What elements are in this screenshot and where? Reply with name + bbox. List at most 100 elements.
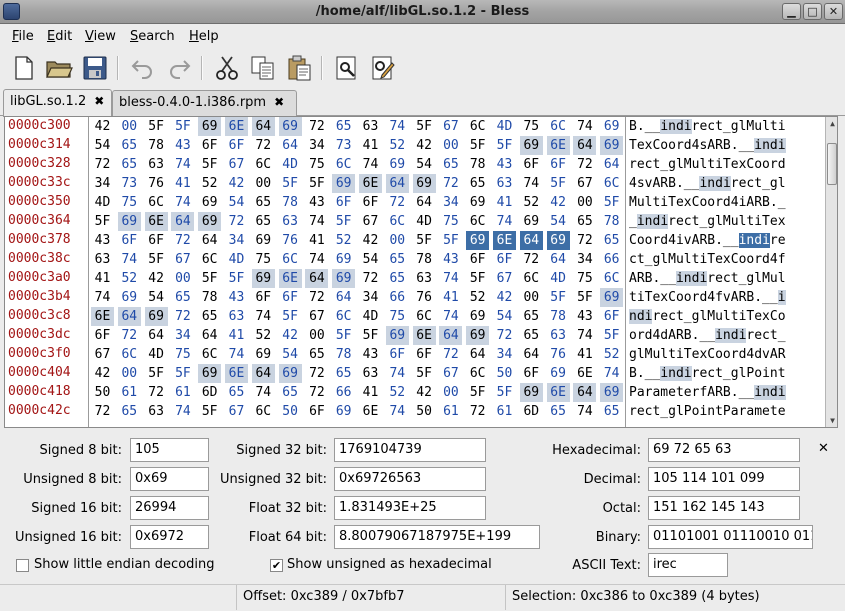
new-file-icon[interactable]	[9, 53, 39, 83]
unsigned8-field[interactable]: 0x69	[130, 467, 209, 491]
hex-byte[interactable]: 69	[252, 345, 275, 364]
hex-byte[interactable]: 5F	[413, 364, 436, 383]
hex-byte[interactable]: 75	[252, 250, 275, 269]
hex-byte[interactable]: 61	[439, 402, 462, 421]
hex-byte[interactable]: 4D	[547, 269, 570, 288]
hex-byte[interactable]: 69	[278, 117, 302, 136]
hex-byte[interactable]: 4D	[359, 307, 382, 326]
hex-byte[interactable]: 43	[359, 345, 382, 364]
hex-byte[interactable]: 34	[171, 326, 194, 345]
hex-byte[interactable]: 6E	[91, 307, 114, 326]
hex-byte[interactable]: 6C	[252, 155, 275, 174]
hex-byte[interactable]: 6E	[225, 364, 248, 383]
hex-byte[interactable]: 50	[493, 364, 516, 383]
hex-byte[interactable]: 64	[600, 155, 623, 174]
hex-byte[interactable]: 64	[573, 136, 597, 155]
hex-byte[interactable]: 72	[171, 231, 194, 250]
hex-byte[interactable]: 52	[386, 383, 409, 402]
hex-byte[interactable]: 69	[198, 212, 222, 231]
hex-byte[interactable]: 43	[493, 155, 516, 174]
hex-row[interactable]: 0000c350 4D 75 6C 74 69 54 65 78 43 6F 6F 72 64 34 69 41…	[5, 193, 825, 212]
hex-byte[interactable]: 5F	[547, 288, 570, 307]
hex-byte[interactable]: 41	[305, 231, 328, 250]
hex-byte[interactable]: 5F	[198, 269, 221, 288]
hex-byte[interactable]: 61	[171, 383, 194, 402]
hex-byte[interactable]: 5F	[547, 174, 570, 193]
hex-row[interactable]: 0000c33c 34 73 76 41 52 42 00 5F 5F 69 6E 64 69 72 65 63…	[5, 174, 825, 193]
maximize-button[interactable]: □	[803, 3, 822, 20]
ascii-column[interactable]: _indirect_glMultiTex	[629, 212, 813, 231]
hex-byte[interactable]: 6F	[198, 136, 221, 155]
hex-byte[interactable]: 6C	[252, 402, 275, 421]
hex-byte[interactable]: 69	[466, 231, 490, 250]
hex-byte[interactable]: 6F	[91, 326, 114, 345]
binary-field[interactable]: 01101001 01110010 011	[648, 525, 813, 549]
ascii-column[interactable]: ARB.__indirect_glMul	[629, 269, 813, 288]
hex-byte[interactable]: 75	[439, 212, 462, 231]
hex-byte[interactable]: 74	[386, 364, 409, 383]
hex-row[interactable]: 0000c300 42 00 5F 5F 69 6E 64 69 72 65 63 74 5F 67 6C 4D…	[5, 117, 825, 136]
hex-byte[interactable]: 5F	[145, 117, 168, 136]
hex-row[interactable]: 0000c328 72 65 63 74 5F 67 6C 4D 75 6C 74 69 54 65 78 43…	[5, 155, 825, 174]
hex-byte[interactable]: 69	[386, 155, 409, 174]
ascii-column[interactable]: ndirect_glMultiTexCo	[629, 307, 813, 326]
hex-byte[interactable]: 41	[439, 288, 462, 307]
hex-row[interactable]: 0000c3f0 67 6C 4D 75 6C 74 69 54 65 78 43 6F 6F 72 64 34…	[5, 345, 825, 364]
hex-byte[interactable]: 65	[332, 364, 355, 383]
hex-byte[interactable]: 6C	[279, 250, 302, 269]
hex-byte[interactable]: 65	[573, 212, 596, 231]
hex-byte[interactable]: 6C	[466, 212, 489, 231]
hex-byte[interactable]: 42	[413, 136, 436, 155]
hex-byte[interactable]: 74	[171, 155, 194, 174]
ascii-column[interactable]: glMultiTexCoord4dvAR	[629, 345, 813, 364]
hex-byte[interactable]: 64	[466, 345, 489, 364]
hex-byte[interactable]: 41	[359, 383, 382, 402]
hex-byte[interactable]: 5F	[413, 231, 436, 250]
hex-byte[interactable]: 74	[600, 364, 623, 383]
hex-byte[interactable]: 5F	[332, 212, 355, 231]
menu-file[interactable]: File	[12, 29, 34, 44]
replace-icon[interactable]	[368, 53, 398, 83]
ascii-column[interactable]: MultiTexCoord4iARB._	[629, 193, 813, 212]
hex-byte[interactable]: 6F	[118, 231, 141, 250]
hex-byte[interactable]: 54	[91, 136, 114, 155]
hex-byte[interactable]: 69	[144, 307, 168, 326]
hex-byte[interactable]: 52	[466, 288, 489, 307]
menu-search[interactable]: Search	[130, 29, 175, 44]
hex-byte[interactable]: 52	[118, 269, 141, 288]
signed8-field[interactable]: 105	[130, 438, 209, 462]
hex-byte[interactable]: 67	[225, 402, 248, 421]
hex-byte[interactable]: 52	[198, 174, 221, 193]
hex-byte[interactable]: 65	[118, 402, 141, 421]
hexadecimal-field[interactable]: 69 72 65 63	[648, 438, 800, 462]
hex-byte[interactable]: 6C	[600, 174, 623, 193]
hex-byte[interactable]: 74	[118, 250, 141, 269]
hex-byte[interactable]: 74	[305, 212, 328, 231]
hex-byte[interactable]: 72	[225, 212, 248, 231]
hex-byte[interactable]: 5F	[600, 326, 623, 345]
hex-byte[interactable]: 65	[118, 136, 141, 155]
hex-byte[interactable]: 5F	[145, 364, 168, 383]
hex-byte[interactable]: 52	[332, 231, 355, 250]
hex-byte[interactable]: 67	[493, 269, 516, 288]
hex-byte[interactable]: 6D	[198, 383, 221, 402]
hex-byte[interactable]: 65	[118, 155, 141, 174]
hex-byte[interactable]: 69	[600, 136, 624, 155]
hex-byte[interactable]: 54	[225, 193, 248, 212]
hex-byte[interactable]: 6C	[332, 155, 355, 174]
hex-byte[interactable]: 67	[91, 345, 114, 364]
menu-edit[interactable]: Edit	[47, 29, 72, 44]
ascii-column[interactable]: TexCoord4sARB.__indi	[629, 136, 813, 155]
hex-byte[interactable]: 66	[332, 383, 355, 402]
hex-byte[interactable]: 43	[171, 136, 194, 155]
ascii-column[interactable]: Coord4ivARB.__indire	[629, 231, 813, 250]
hex-byte[interactable]: 69	[117, 212, 141, 231]
hex-byte[interactable]: 5F	[332, 326, 355, 345]
hex-byte[interactable]: 65	[305, 345, 328, 364]
hex-byte[interactable]: 69	[278, 364, 302, 383]
hex-byte[interactable]: 69	[251, 269, 275, 288]
hex-byte[interactable]: 5F	[171, 117, 194, 136]
hex-byte[interactable]: 64	[519, 231, 543, 250]
hex-byte[interactable]: 5F	[359, 326, 382, 345]
hex-byte[interactable]: 41	[573, 345, 596, 364]
